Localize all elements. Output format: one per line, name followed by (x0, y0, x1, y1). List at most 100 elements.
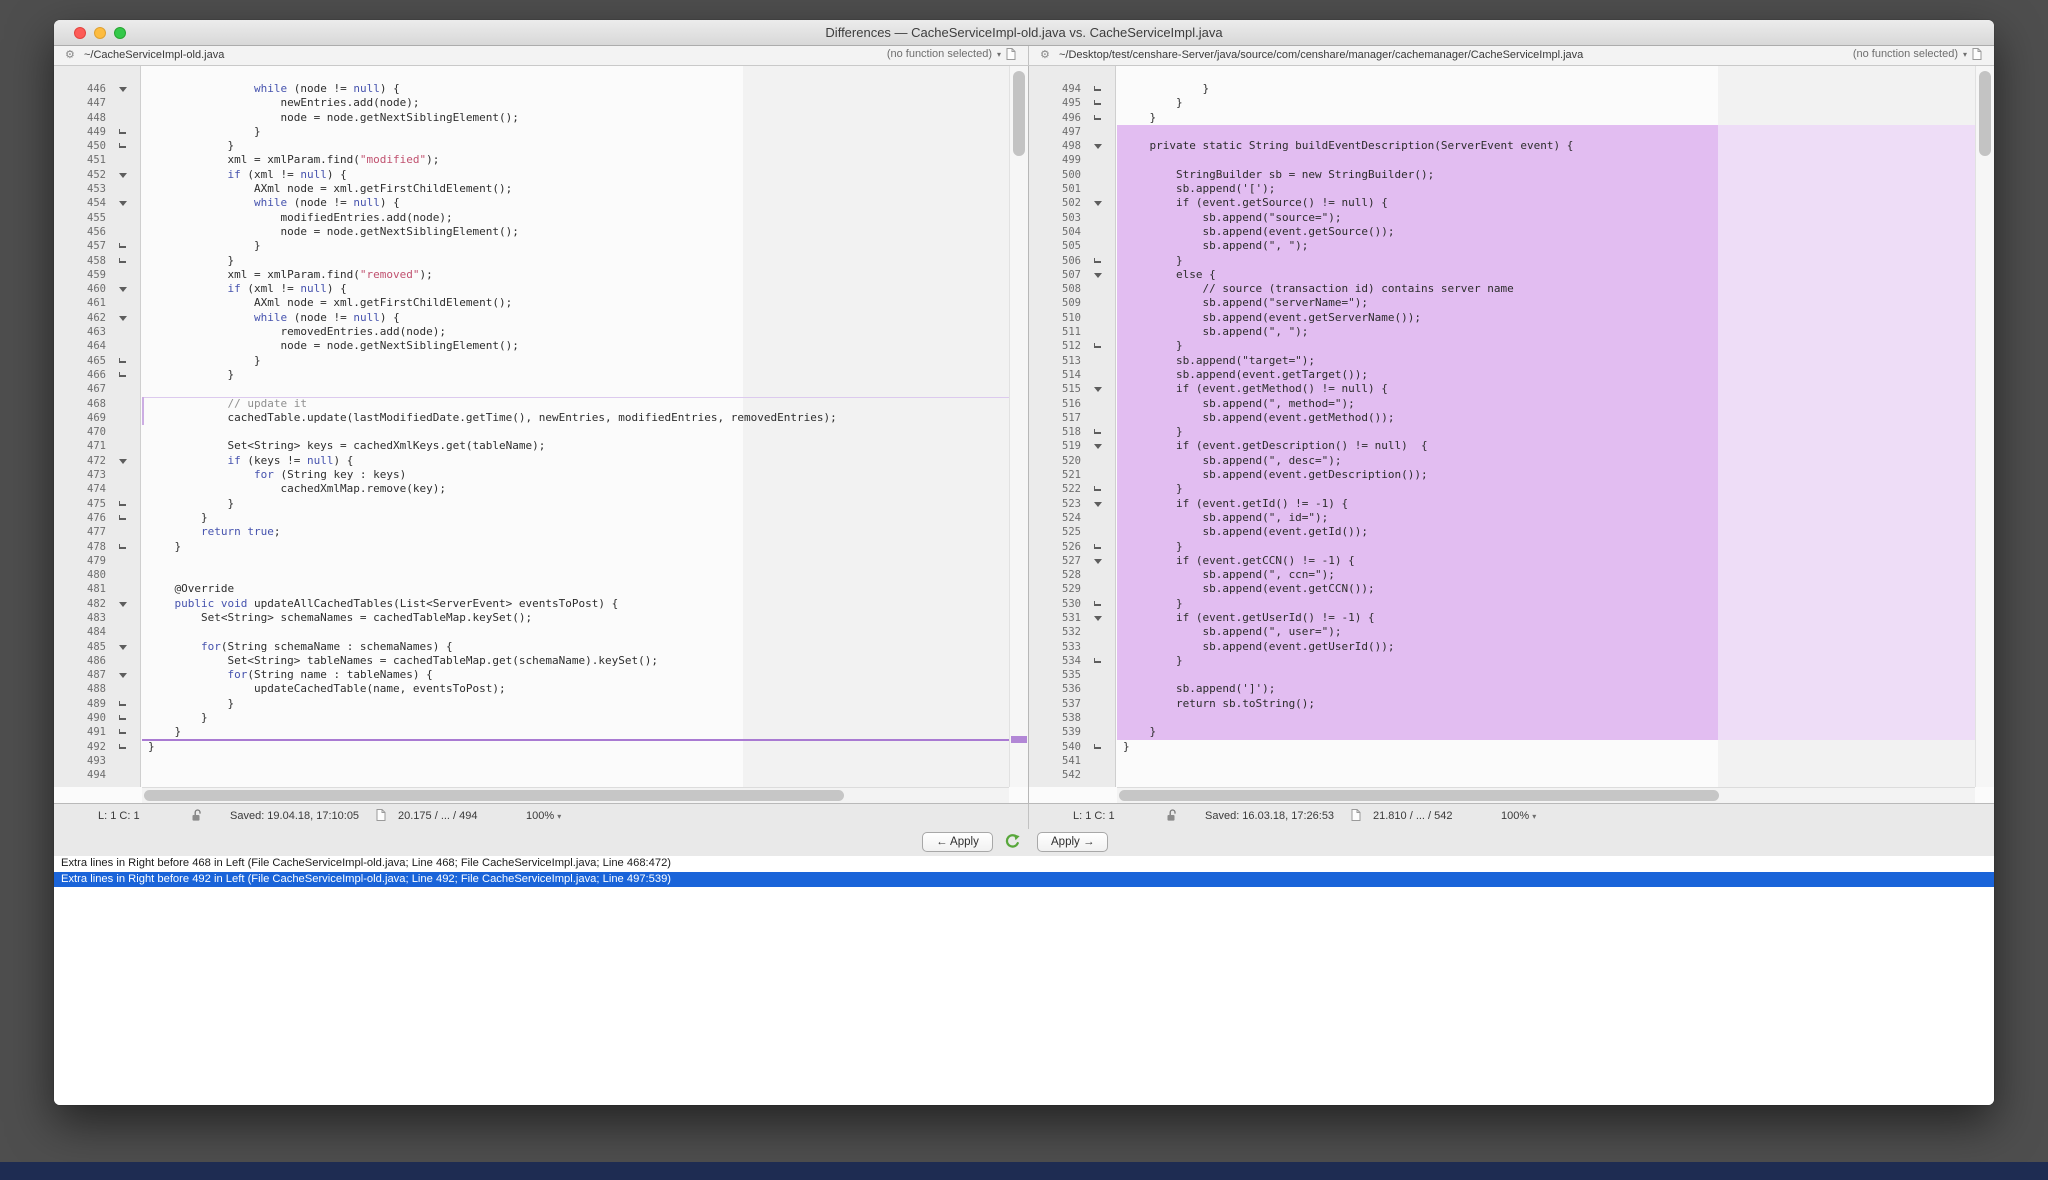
code-line[interactable]: 539 } (1029, 725, 1994, 739)
code-cell[interactable]: cachedXmlMap.remove(key); (142, 482, 1028, 496)
fold-open-icon[interactable] (119, 316, 127, 321)
fold-column[interactable] (110, 139, 142, 153)
code-cell[interactable]: updateCachedTable(name, eventsToPost); (142, 682, 1028, 696)
fold-end-icon[interactable] (1094, 100, 1101, 105)
code-line[interactable]: 512 } (1029, 339, 1994, 353)
code-cell-highlighted[interactable]: sb.append(event.getDescription()); (1117, 468, 1994, 482)
code-cell[interactable] (142, 554, 1028, 568)
code-line[interactable]: 452 if (xml != null) { (54, 168, 1028, 182)
minimize-button[interactable] (94, 27, 106, 39)
code-line[interactable]: 474 cachedXmlMap.remove(key); (54, 482, 1028, 496)
fold-end-icon[interactable] (1094, 544, 1101, 549)
code-cell[interactable]: @Override (142, 582, 1028, 596)
fold-column[interactable] (1085, 611, 1117, 625)
fold-column[interactable] (1085, 339, 1117, 353)
code-cell[interactable] (142, 382, 1028, 396)
code-line[interactable]: 518 } (1029, 425, 1994, 439)
code-cell[interactable]: } (142, 511, 1028, 525)
code-line[interactable]: 453 AXml node = xml.getFirstChildElement… (54, 182, 1028, 196)
fold-end-icon[interactable] (119, 715, 126, 720)
code-cell[interactable]: } (142, 697, 1028, 711)
code-cell-highlighted[interactable]: } (1117, 254, 1994, 268)
fold-end-icon[interactable] (1094, 486, 1101, 491)
code-cell[interactable]: // update it (142, 397, 1028, 411)
code-cell-highlighted[interactable]: } (1117, 339, 1994, 353)
code-line[interactable]: 494 (54, 768, 1028, 782)
code-cell-highlighted[interactable]: sb.append(", id="); (1117, 511, 1994, 525)
code-line[interactable]: 461 AXml node = xml.getFirstChildElement… (54, 296, 1028, 310)
code-cell-highlighted[interactable]: } (1117, 540, 1994, 554)
code-line[interactable]: 484 (54, 625, 1028, 639)
code-cell[interactable]: } (142, 125, 1028, 139)
code-line[interactable]: 524 sb.append(", id="); (1029, 511, 1994, 525)
fold-column[interactable] (110, 511, 142, 525)
code-cell[interactable]: xml = xmlParam.find("modified"); (142, 153, 1028, 167)
diff-list-item-selected[interactable]: Extra lines in Right before 492 in Left … (54, 872, 1994, 888)
code-line[interactable]: 491 } (54, 725, 1028, 739)
zoom-button[interactable] (114, 27, 126, 39)
code-cell-highlighted[interactable]: sb.append(event.getMethod()); (1117, 411, 1994, 425)
code-cell-highlighted[interactable]: sb.append(event.getTarget()); (1117, 368, 1994, 382)
code-cell-highlighted[interactable] (1117, 711, 1994, 725)
fold-end-icon[interactable] (119, 544, 126, 549)
code-cell[interactable]: } (142, 254, 1028, 268)
zoom-control[interactable]: 100% ▾ (1501, 810, 1536, 822)
fold-column[interactable] (1085, 82, 1117, 96)
right-code-pane[interactable]: 494 }495 }496 }497498 private static Str… (1029, 66, 1994, 803)
fold-column[interactable] (110, 368, 142, 382)
code-cell-highlighted[interactable]: if (event.getCCN() != -1) { (1117, 554, 1994, 568)
code-line[interactable]: 537 return sb.toString(); (1029, 697, 1994, 711)
code-line[interactable]: 542 (1029, 768, 1994, 782)
code-line[interactable]: 535 (1029, 668, 1994, 682)
fold-end-icon[interactable] (1094, 429, 1101, 434)
code-cell[interactable]: while (node != null) { (142, 82, 1028, 96)
fold-column[interactable] (110, 311, 142, 325)
code-line[interactable]: 473 for (String key : keys) (54, 468, 1028, 482)
page-icon[interactable] (1972, 48, 1982, 60)
code-line[interactable]: 465 } (54, 354, 1028, 368)
fold-end-icon[interactable] (1094, 601, 1101, 606)
code-cell[interactable]: } (1117, 96, 1994, 110)
code-cell[interactable]: } (142, 711, 1028, 725)
code-cell-highlighted[interactable]: sb.append('['); (1117, 182, 1994, 196)
fold-column[interactable] (110, 82, 142, 96)
code-line[interactable]: 475 } (54, 497, 1028, 511)
code-line[interactable]: 521 sb.append(event.getDescription()); (1029, 468, 1994, 482)
code-line[interactable]: 494 } (1029, 82, 1994, 96)
code-cell-highlighted[interactable]: if (event.getUserId() != -1) { (1117, 611, 1994, 625)
code-line[interactable]: 504 sb.append(event.getSource()); (1029, 225, 1994, 239)
left-function-selector[interactable]: (no function selected) (887, 48, 992, 60)
fold-open-icon[interactable] (119, 459, 127, 464)
close-button[interactable] (74, 27, 86, 39)
code-line[interactable]: 486 Set<String> tableNames = cachedTable… (54, 654, 1028, 668)
code-cell[interactable]: } (142, 725, 1028, 739)
code-line[interactable]: 507 else { (1029, 268, 1994, 282)
code-cell-highlighted[interactable]: sb.append(event.getId()); (1117, 525, 1994, 539)
code-cell[interactable]: AXml node = xml.getFirstChildElement(); (142, 182, 1028, 196)
fold-column[interactable] (1085, 497, 1117, 511)
fold-column[interactable] (110, 668, 142, 682)
code-cell-highlighted[interactable]: private static String buildEventDescript… (1117, 139, 1994, 153)
code-line[interactable]: 515 if (event.getMethod() != null) { (1029, 382, 1994, 396)
code-line[interactable]: 490 } (54, 711, 1028, 725)
code-line[interactable]: 509 sb.append("serverName="); (1029, 296, 1994, 310)
code-cell-highlighted[interactable]: else { (1117, 268, 1994, 282)
fold-column[interactable] (1085, 482, 1117, 496)
zoom-control[interactable]: 100% ▾ (526, 810, 561, 822)
code-line[interactable]: 540} (1029, 740, 1994, 754)
fold-end-icon[interactable] (1094, 343, 1101, 348)
fold-column[interactable] (1085, 740, 1117, 754)
code-cell[interactable]: node = node.getNextSiblingElement(); (142, 339, 1028, 353)
code-line[interactable]: 450 } (54, 139, 1028, 153)
code-line[interactable]: 470 (54, 425, 1028, 439)
fold-open-icon[interactable] (119, 645, 127, 650)
code-line[interactable]: 522 } (1029, 482, 1994, 496)
fold-column[interactable] (1085, 196, 1117, 210)
code-line[interactable]: 476 } (54, 511, 1028, 525)
code-line[interactable]: 520 sb.append(", desc="); (1029, 454, 1994, 468)
code-cell-highlighted[interactable]: sb.append(", "); (1117, 239, 1994, 253)
code-cell-highlighted[interactable]: StringBuilder sb = new StringBuilder(); (1117, 168, 1994, 182)
code-line[interactable]: 492} (54, 740, 1028, 754)
code-cell[interactable]: return true; (142, 525, 1028, 539)
code-line[interactable]: 455 modifiedEntries.add(node); (54, 211, 1028, 225)
